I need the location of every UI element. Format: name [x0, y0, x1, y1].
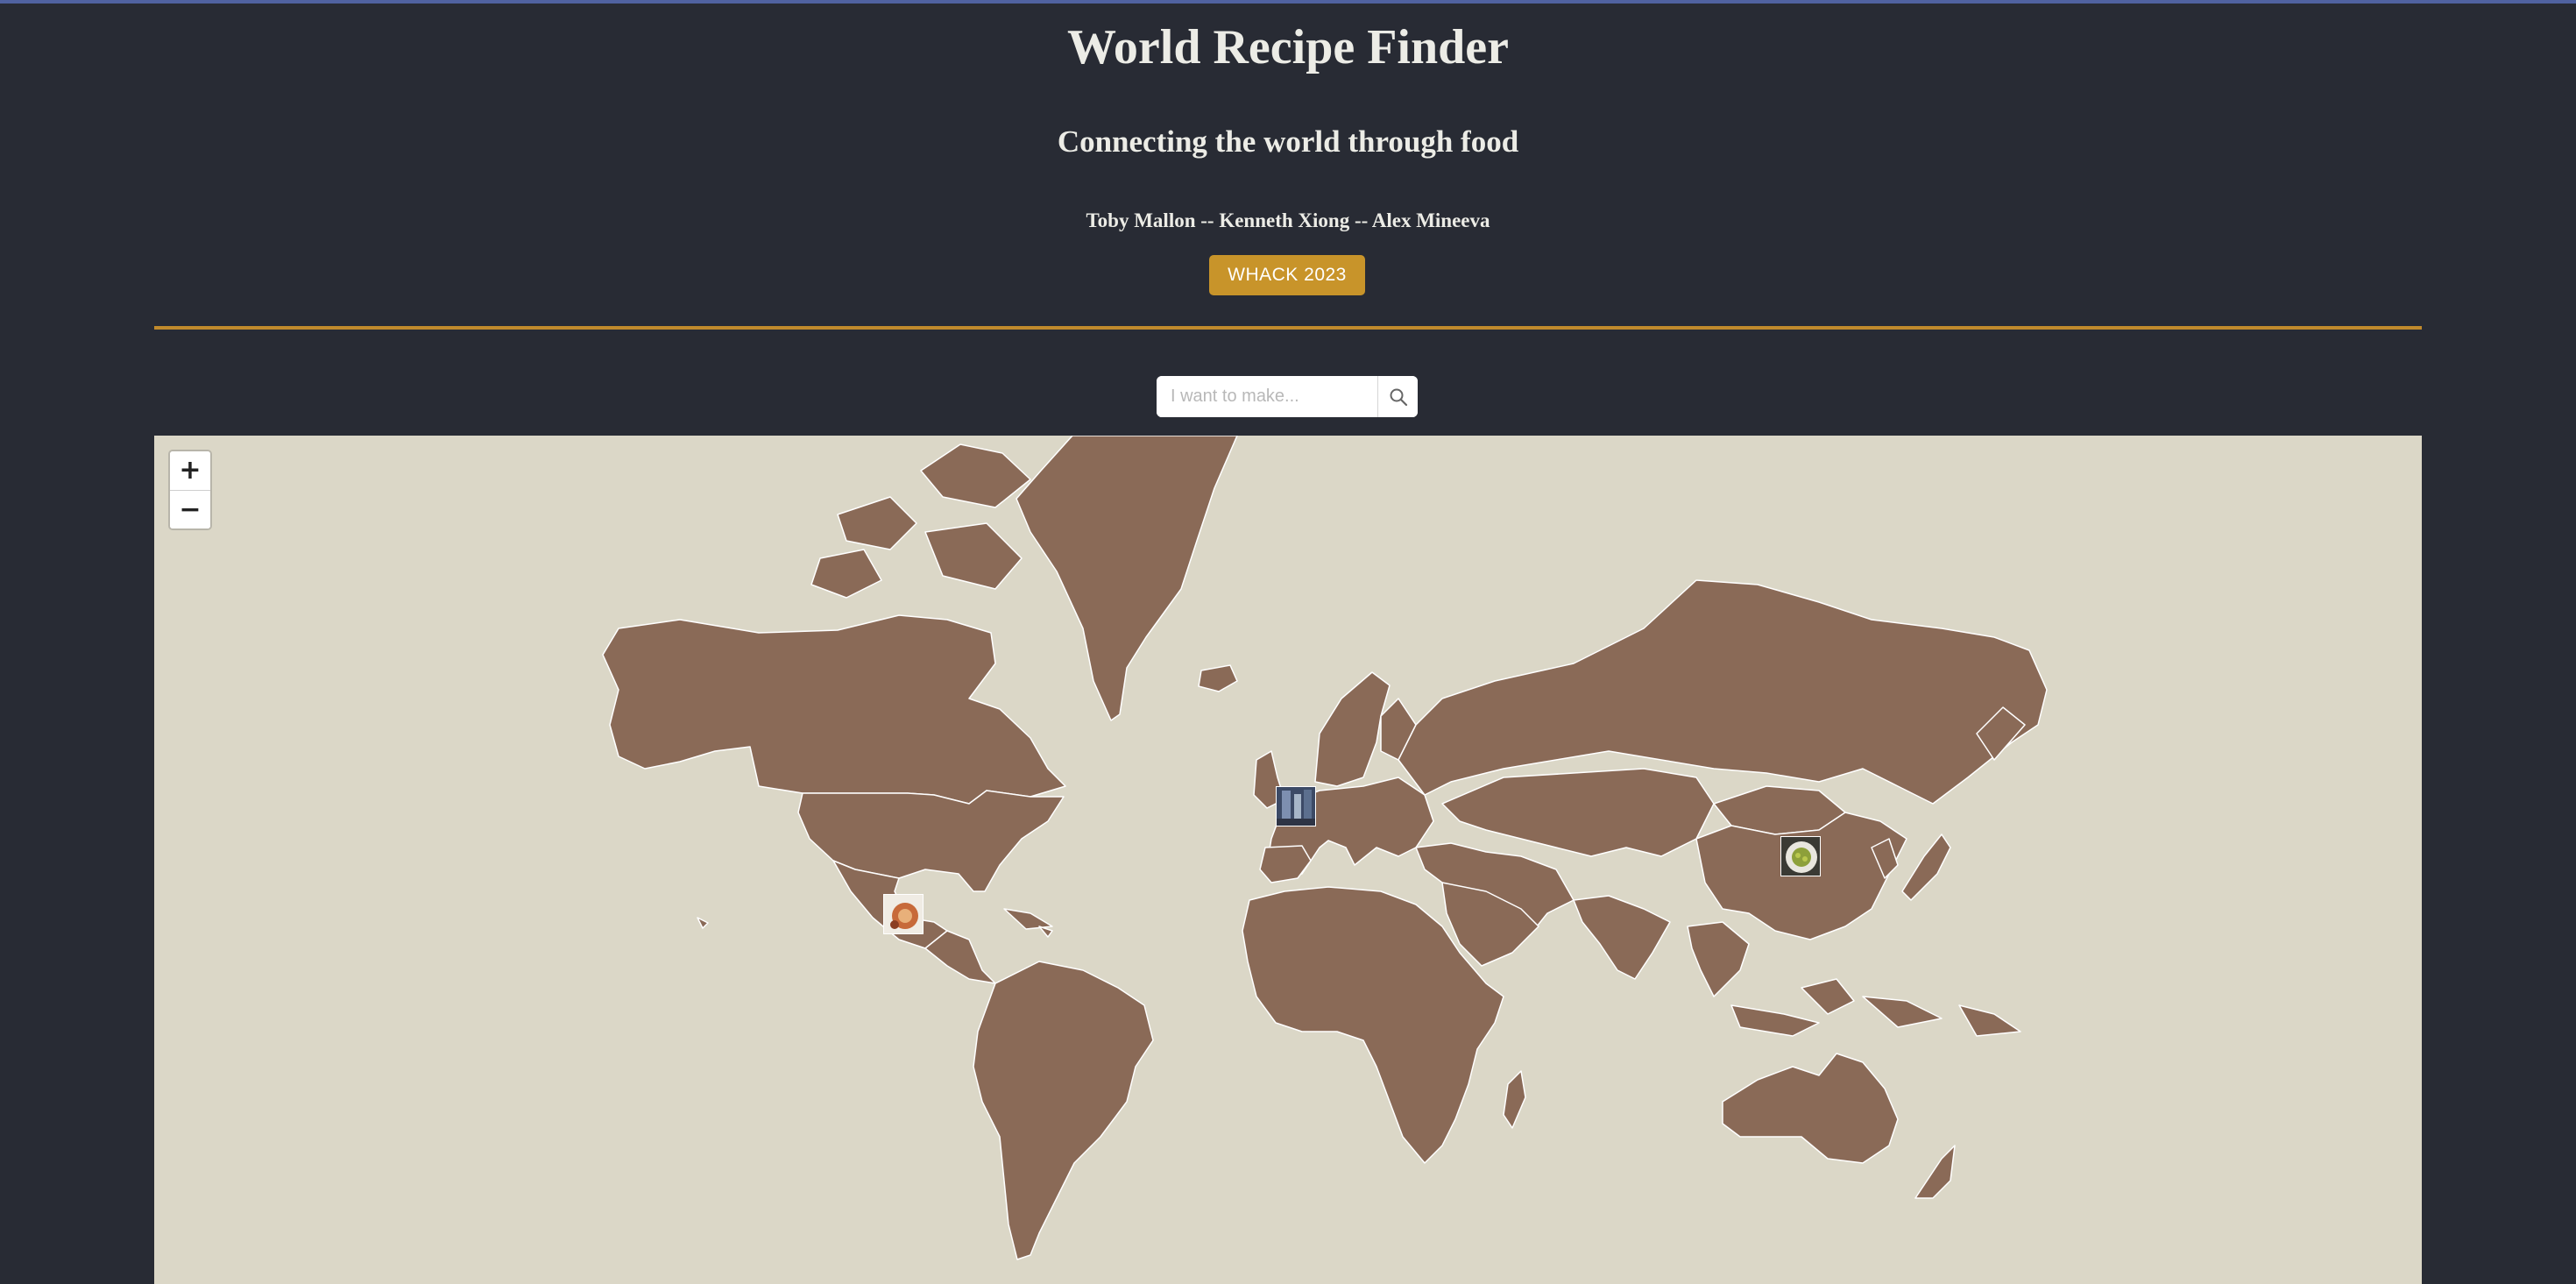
- recipe-marker-mexico[interactable]: [883, 894, 924, 934]
- recipe-photo-icon: [884, 895, 923, 933]
- country-madagascar: [1503, 1070, 1526, 1129]
- country-spain: [1259, 845, 1312, 883]
- country-iceland: [1198, 664, 1238, 692]
- page-title: World Recipe Finder: [1067, 20, 1509, 74]
- page-subtitle: Connecting the world through food: [1057, 124, 1519, 159]
- header-divider: [154, 326, 2422, 330]
- country-new-zealand: [1914, 1145, 1956, 1199]
- zoom-in-button[interactable]: +: [170, 451, 210, 490]
- country-india: [1573, 895, 1671, 980]
- country-australia: [1722, 1053, 1899, 1164]
- south-america: [973, 961, 1154, 1260]
- search-input[interactable]: [1157, 376, 1377, 417]
- scandinavia: [1314, 671, 1391, 787]
- country-usa: [797, 790, 1065, 892]
- world-map[interactable]: + −: [154, 436, 2422, 1284]
- country-japan: [1901, 834, 1951, 901]
- zoom-control: + −: [168, 450, 212, 530]
- recipe-marker-japan[interactable]: [1780, 836, 1821, 876]
- recipe-marker-spain[interactable]: [1276, 786, 1316, 826]
- recipe-photo-icon: [1277, 787, 1315, 826]
- country-canada-alaska: [602, 614, 1066, 805]
- search-button[interactable]: [1377, 376, 1418, 417]
- zoom-out-button[interactable]: −: [170, 490, 210, 528]
- search-icon: [1390, 388, 1407, 406]
- southeast-asia: [1687, 921, 1750, 997]
- recipe-photo-icon: [1781, 837, 1820, 876]
- country-russia: [1398, 579, 2048, 805]
- whack-2023-button[interactable]: WHACK 2023: [1209, 255, 1365, 295]
- search-bar: [1157, 376, 1418, 417]
- author-credits: Toby Mallon -- Kenneth Xiong -- Alex Min…: [1086, 209, 1490, 231]
- central-asia: [1441, 768, 1715, 857]
- window-top-border: [0, 0, 2576, 4]
- world-map-countries: [602, 436, 2048, 1260]
